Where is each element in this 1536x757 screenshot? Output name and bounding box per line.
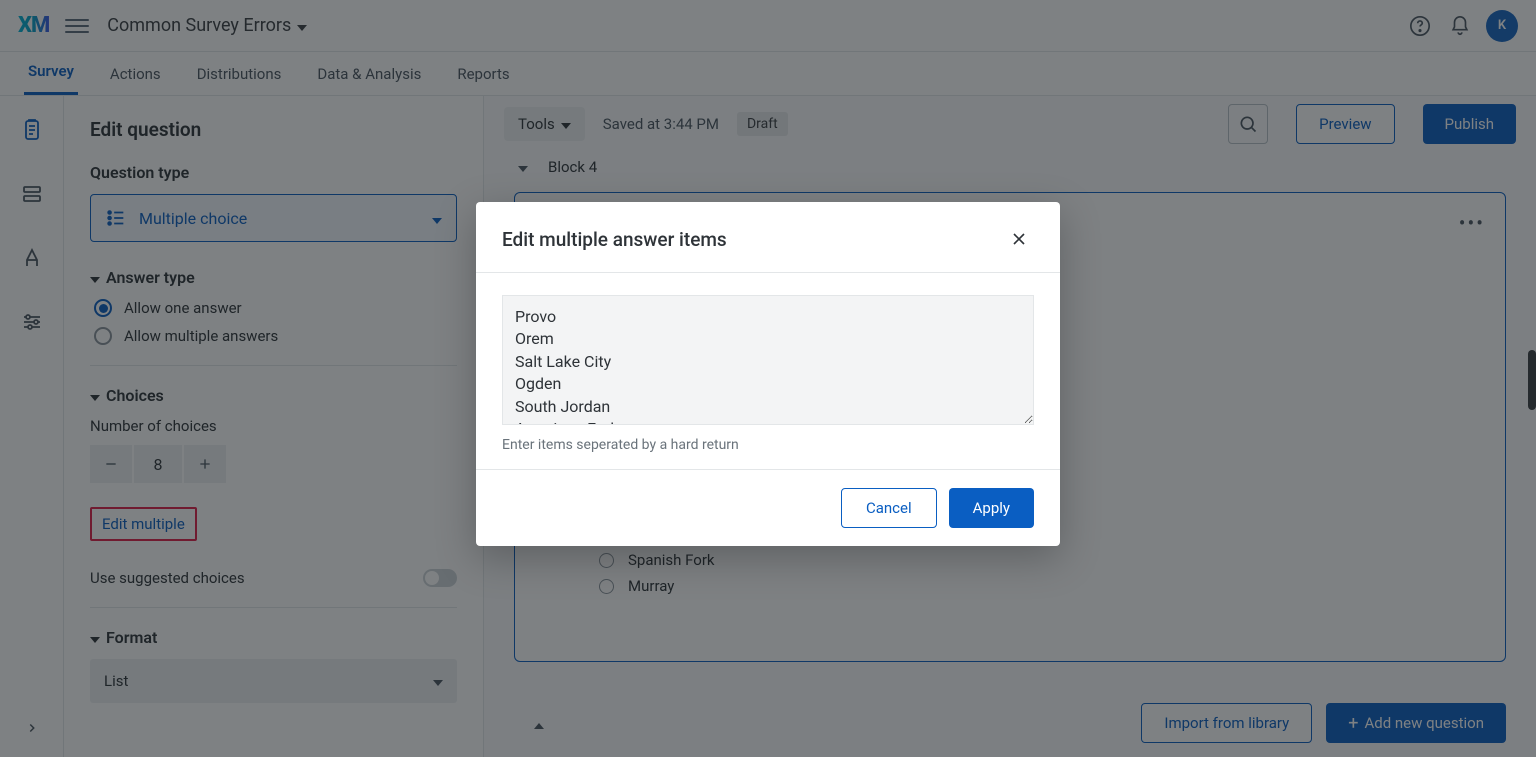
edit-multiple-modal: Edit multiple answer items Enter items s… (476, 202, 1060, 546)
close-icon (1009, 229, 1029, 249)
apply-button[interactable]: Apply (949, 488, 1034, 528)
modal-hint: Enter items seperated by a hard return (502, 437, 1034, 453)
modal-overlay[interactable]: Edit multiple answer items Enter items s… (0, 0, 1536, 757)
modal-title: Edit multiple answer items (502, 228, 727, 251)
cancel-button[interactable]: Cancel (841, 488, 937, 528)
modal-close-button[interactable] (1004, 224, 1034, 254)
items-textarea[interactable] (502, 295, 1034, 425)
